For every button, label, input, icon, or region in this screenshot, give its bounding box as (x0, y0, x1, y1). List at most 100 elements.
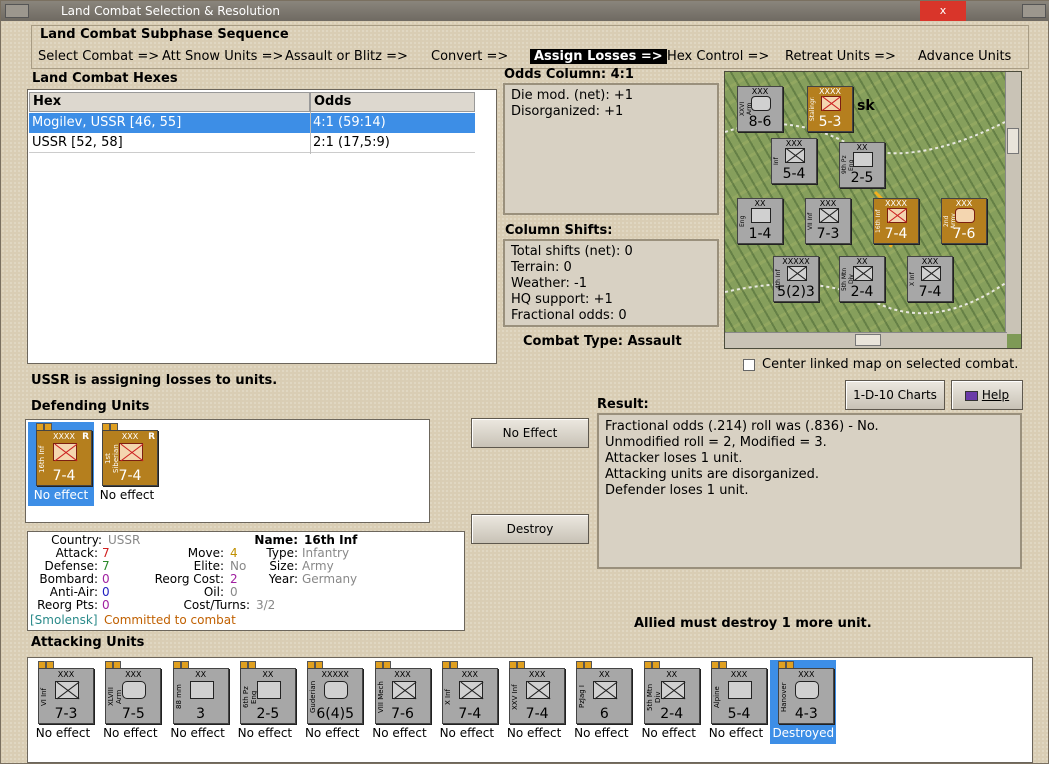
unit-strength: 2-5 (256, 706, 280, 722)
no-effect-button[interactable]: No Effect (471, 418, 589, 448)
unit-status: No effect (237, 726, 293, 740)
step-advance-units[interactable]: Advance Units (918, 49, 1011, 64)
result-footer: Allied must destroy 1 more unit. (634, 616, 872, 631)
shift-line: Total shifts (net): 0 (511, 244, 633, 259)
map-counter[interactable]: XX 5th Mtn Div 2-4 (839, 256, 885, 302)
combat-type: Combat Type: Assault (523, 334, 682, 349)
unit-counter: XXX XXV Inf 7-4 (509, 668, 566, 724)
attacking-unit[interactable]: XX 88 mm 3 No effect (165, 660, 231, 744)
attacking-units-list: XXX VI Inf 7-3 No effect XXX XLVIII Arm 7-5 No … (27, 657, 1033, 763)
unit-status: No effect (574, 726, 629, 740)
unit-size: XXX (730, 670, 748, 679)
combat-map[interactable]: sk XXX XXVI Arm 8-6 XXXX Stalingrad 5-3 XX… (724, 71, 1022, 349)
step-convert[interactable]: Convert => (431, 49, 508, 64)
scroll-thumb[interactable] (855, 334, 881, 346)
step-assign-losses[interactable]: Assign Losses => (530, 49, 667, 64)
map-counter[interactable]: XXX Inf 5-4 (771, 138, 817, 184)
help-button[interactable]: Help (951, 380, 1023, 410)
attacking-unit[interactable]: XXXXX Guderian 6(4)5 No effect (299, 660, 365, 744)
window-title: Land Combat Selection & Resolution (61, 4, 280, 18)
map-counter[interactable]: XX Eng 1-4 (737, 198, 783, 244)
odds-cell: 2:1 (17,5:9) (313, 135, 390, 150)
unit-strength: 7-6 (391, 706, 414, 722)
unit-counter: XXX Alpine 5-4 (711, 668, 767, 724)
unit-size: XX (666, 670, 678, 679)
unit-status: No effect (304, 726, 360, 740)
unit-status: No effect (506, 726, 562, 740)
map-counter[interactable]: XXX 2nd Army 7-6 (941, 198, 987, 244)
attacking-unit[interactable]: XXX XXV Inf 7-4 No effect (501, 660, 567, 744)
unit-counter: XX PzJag I6 (576, 668, 633, 724)
step-retreat-units[interactable]: Retreat Units => (785, 49, 896, 64)
map-city-label: sk (857, 98, 875, 114)
destroy-button[interactable]: Destroy (471, 514, 589, 544)
unit-size: XXXXX (321, 670, 349, 679)
step-att-snow-units[interactable]: Att Snow Units => (162, 49, 283, 64)
unit-strength: 7-5 (121, 706, 145, 722)
window-menu-grip[interactable] (5, 4, 29, 18)
step-assault-or-blitz[interactable]: Assault or Blitz => (285, 49, 408, 64)
unit-type-icon (458, 681, 483, 699)
map-counter[interactable]: XXX VII Inf 7-3 (805, 198, 851, 244)
attacking-unit[interactable]: XXX Hanover 4-3 Destroyed (770, 660, 837, 744)
map-horizontal-scrollbar[interactable] (725, 332, 1007, 348)
unit-strength: 5-4 (727, 706, 751, 722)
result-panel: Fractional odds (.214) roll was (.836) -… (597, 413, 1022, 569)
unit-status: No effect (99, 488, 155, 502)
unit-location: [Smolensk] (30, 613, 98, 627)
defending-unit[interactable]: XXX 1st Siberian R 7-4 No effect (94, 422, 160, 506)
shift-line: HQ support: +1 (511, 292, 613, 307)
unit-type-icon (55, 681, 79, 699)
attacking-unit[interactable]: XXX XLVIII Arm 7-5 No effect (97, 660, 163, 744)
subphase-sequence: Land Combat Subphase Sequence Select Com… (31, 25, 1029, 69)
map-counter[interactable]: XXX X Inf 7-4 (907, 256, 953, 302)
map-counter[interactable]: XXXXX 4th Inf 5(2)3 (773, 256, 819, 302)
unit-type-icon (660, 681, 685, 699)
map-counter[interactable]: XXXX 16th Inf 7-4 (873, 198, 919, 244)
unit-size: XXX (528, 670, 546, 679)
col-header-odds[interactable]: Odds (310, 92, 475, 112)
unit-strength: 6 (599, 706, 609, 722)
scroll-thumb[interactable] (1007, 128, 1019, 154)
unit-status: No effect (372, 726, 427, 740)
status-dots (239, 661, 260, 669)
unit-type-icon (593, 681, 618, 699)
attacking-unit[interactable]: XX PzJag I 6 No effect (568, 660, 634, 744)
unit-strength: 6(4)5 (316, 706, 355, 722)
hex-row-ussr[interactable]: USSR [52, 58] 2:1 (17,5:9) (29, 133, 475, 153)
attacking-unit[interactable]: XXX VIII Mech 7-6 No effect (367, 660, 433, 744)
center-map-checkbox[interactable] (743, 359, 755, 371)
result-line: Defender loses 1 unit. (605, 483, 749, 498)
col-header-hex[interactable]: Hex (29, 92, 310, 112)
unit-type-icon (189, 681, 214, 699)
unit-counter: XXX VIII Mech 7-6 (374, 668, 431, 724)
hex-row-mogilev[interactable]: Mogilev, USSR [46, 55] 4:1 (59:14) (29, 113, 475, 133)
status-dots (509, 661, 529, 669)
defending-unit[interactable]: XXXX 16th Inf R 7-4 No effect (28, 422, 94, 506)
window-right-grip[interactable] (1022, 4, 1046, 18)
status-dots (441, 661, 462, 669)
map-counter[interactable]: XX 9th Pz Eng 2-5 (839, 142, 885, 188)
center-map-label: Center linked map on selected combat. (762, 357, 1019, 372)
attacking-unit[interactable]: XXX Alpine 5-4 No effect (703, 660, 769, 744)
attacking-unit[interactable]: XX 6th Pz Eng 2-5 No effect (232, 660, 298, 744)
status-dots (374, 661, 395, 669)
odds-line: Disorganized: +1 (511, 104, 624, 119)
unit-counter: XXX 1st Siberian R 7-4 (102, 430, 158, 486)
info-key: Reorg Pts: (37, 598, 98, 612)
attacking-unit[interactable]: XX 5th Mtn Div 2-4 No effect (636, 660, 702, 744)
step-select-combat[interactable]: Select Combat => (38, 49, 159, 64)
shift-line: Fractional odds: 0 (511, 308, 627, 323)
info-key: Cost/Turns: (183, 598, 250, 612)
attacking-unit[interactable]: XXX VI Inf 7-3 No effect (30, 660, 96, 744)
unit-strength: 4-3 (794, 706, 818, 722)
unit-type-icon (391, 681, 416, 699)
map-vertical-scrollbar[interactable] (1005, 72, 1021, 334)
attacking-unit[interactable]: XXX X Inf 7-4 No effect (434, 660, 500, 744)
map-counter[interactable]: XXX XXVI Arm 8-6 (737, 86, 783, 132)
step-hex-control[interactable]: Hex Control => (667, 49, 769, 64)
charts-button[interactable]: 1-D-10 Charts (845, 380, 945, 410)
map-counter[interactable]: XXXX Stalingrad 5-3 (807, 86, 853, 132)
close-button[interactable]: x (920, 1, 966, 21)
status-dots (711, 661, 731, 669)
